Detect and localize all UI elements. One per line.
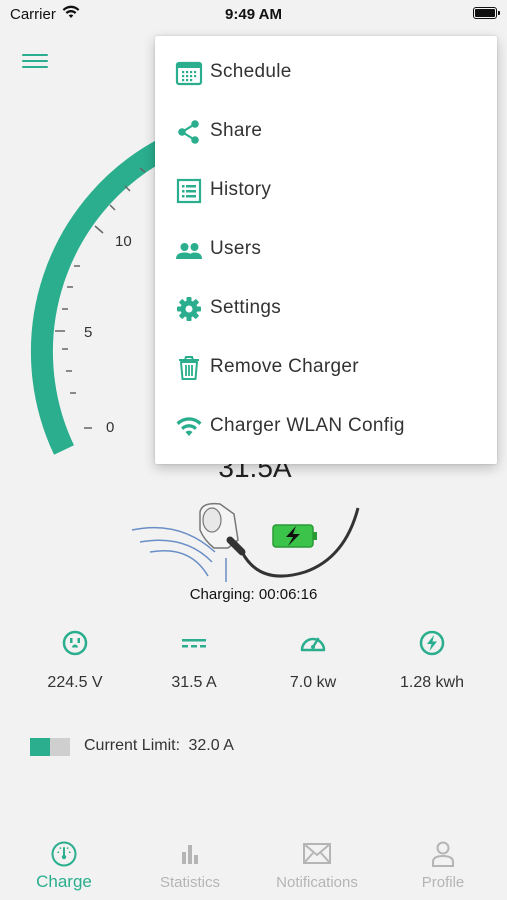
menu-label-share: Share	[210, 120, 263, 141]
voltage-value: 224.5 V	[47, 674, 103, 691]
gauge-tick-0: 0	[106, 419, 114, 436]
current-limit-toggle[interactable]	[30, 738, 70, 756]
nav-tab-charge[interactable]: Charge	[1, 840, 127, 892]
outlet-icon	[62, 630, 88, 656]
bar-chart-icon	[182, 845, 198, 864]
nav-tab-statistics[interactable]: Statistics	[127, 840, 253, 891]
gear-icon	[177, 297, 201, 321]
current-limit-label: Current Limit:	[84, 737, 181, 754]
clock: 9:49 AM	[225, 6, 282, 23]
menu-item-remove-charger[interactable]: Remove Charger	[155, 343, 497, 393]
charging-duration: Charging: 00:06:16	[189, 586, 318, 603]
current-limit-row: Current Limit: 32.0 A	[84, 737, 234, 755]
nav-label-profile: Profile	[421, 874, 465, 891]
hamburger-menu-icon[interactable]	[22, 50, 48, 70]
users-icon	[176, 243, 202, 259]
menu-label-remove-charger: Remove Charger	[210, 356, 359, 377]
power-value: 7.0 kw	[289, 674, 337, 691]
metric-voltage: 224.5 V	[20, 630, 130, 692]
menu-label-users: Users	[210, 238, 262, 259]
nav-label-statistics: Statistics	[159, 874, 220, 891]
nav-label-charge: Charge	[36, 872, 92, 891]
menu-item-share[interactable]: Share	[155, 107, 497, 157]
menu-item-schedule[interactable]: Schedule	[155, 48, 497, 98]
menu-item-wlan-config[interactable]: Charger WLAN Config	[155, 402, 497, 452]
dc-current-icon	[182, 639, 206, 648]
gauge-arc	[30, 138, 171, 455]
metric-current: 31.5 A	[139, 630, 249, 692]
metric-power: 7.0 kw	[258, 630, 368, 692]
wifi-icon	[176, 417, 202, 436]
current-limit-value: 32.0 A	[188, 737, 234, 754]
gauge-icon	[51, 841, 77, 867]
menu-item-users[interactable]: Users	[155, 225, 497, 275]
menu-item-history[interactable]: History	[155, 166, 497, 216]
overflow-menu: Schedule Share History Users Settings Re…	[155, 36, 497, 464]
speedometer-icon	[300, 637, 326, 652]
gauge-tick-10: 10	[115, 233, 132, 250]
current-limit-toggle-fill	[30, 738, 50, 756]
list-icon	[176, 178, 202, 204]
status-bar: Carrier 9:49 AM	[0, 0, 507, 28]
nav-tab-notifications[interactable]: Notifications	[254, 840, 380, 891]
trash-icon	[179, 356, 199, 380]
current-value: 31.5 A	[171, 674, 217, 691]
menu-label-wlan-config: Charger WLAN Config	[210, 415, 405, 436]
charging-plug-illustration	[131, 502, 360, 582]
battery-charging-icon	[272, 524, 317, 548]
menu-label-history: History	[210, 179, 272, 200]
share-icon	[178, 120, 199, 144]
menu-item-settings[interactable]: Settings	[155, 284, 497, 334]
energy-value: 1.28 kwh	[399, 674, 465, 691]
lightning-icon	[419, 630, 445, 656]
bottom-nav: Charge Statistics Notifications Profile	[0, 830, 507, 900]
person-icon	[432, 841, 454, 867]
gauge-tick-5: 5	[84, 324, 92, 341]
menu-label-settings: Settings	[210, 297, 282, 318]
mail-icon	[303, 843, 331, 864]
nav-label-notifications: Notifications	[276, 874, 358, 891]
calendar-icon	[175, 61, 203, 86]
nav-tab-profile[interactable]: Profile	[380, 840, 506, 891]
battery-icon	[473, 7, 500, 19]
menu-label-schedule: Schedule	[210, 61, 292, 82]
metric-energy: 1.28 kwh	[377, 630, 487, 692]
